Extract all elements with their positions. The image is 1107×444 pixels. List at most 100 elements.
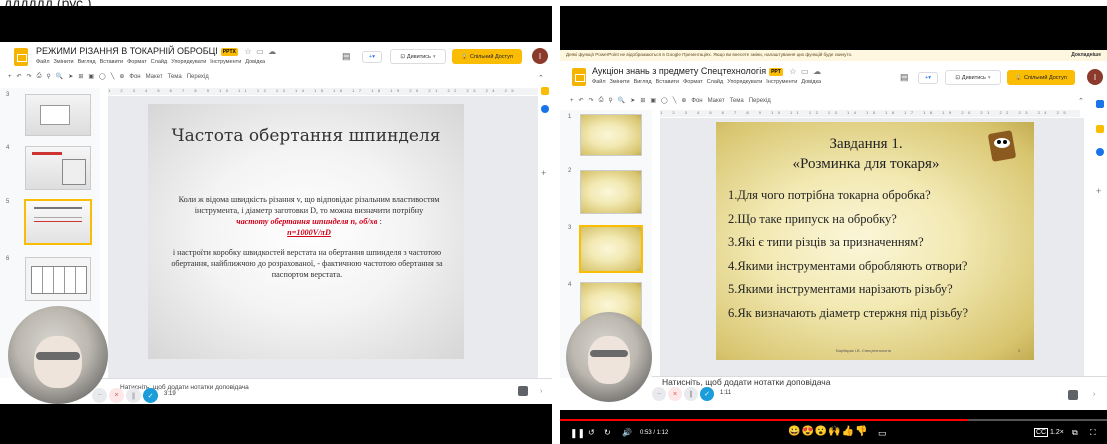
present-button[interactable]: ⊡ Дивитись ▾: [945, 70, 1001, 85]
background-button[interactable]: Фон: [129, 74, 140, 80]
redo-icon[interactable]: ↷: [589, 97, 594, 104]
keep-icon[interactable]: [1096, 125, 1104, 133]
menu-insert[interactable]: Вставити: [656, 79, 680, 85]
present-button[interactable]: ⊡ Дивитись ▾: [390, 49, 446, 64]
explore-icon[interactable]: [518, 386, 528, 396]
current-slide[interactable]: Завдання 1. «Розминка для токаря» 1.Для …: [716, 122, 1034, 360]
slide-thumbnail[interactable]: [25, 257, 91, 301]
add-addon-icon[interactable]: +: [541, 168, 546, 178]
doc-title-text[interactable]: Аукціон знань з предмету Спецтехнологія: [592, 66, 766, 76]
background-button[interactable]: Фон: [691, 98, 702, 104]
textbox-icon[interactable]: ⊞: [640, 97, 645, 104]
stop-icon[interactable]: ×: [109, 388, 124, 403]
slide-thumbnail[interactable]: [580, 114, 642, 156]
star-icon[interactable]: ☆: [244, 47, 251, 56]
menu-view[interactable]: Вигляд: [634, 79, 652, 85]
add-icon[interactable]: +: [8, 74, 12, 80]
tasks-icon[interactable]: [541, 105, 549, 113]
select-icon[interactable]: ➤: [68, 73, 73, 80]
doc-title-text[interactable]: РЕЖИМИ РІЗАННЯ В ТОКАРНІЙ ОБРОБЦІ: [36, 46, 218, 56]
zoom-icon[interactable]: 🔍: [56, 73, 63, 80]
folder-icon[interactable]: ▭: [801, 67, 809, 76]
share-button[interactable]: 🔒 Спільний Доступ: [452, 49, 522, 64]
add-icon[interactable]: +: [570, 98, 574, 104]
keep-icon[interactable]: [541, 87, 549, 95]
layout-button[interactable]: Макет: [146, 74, 163, 80]
menu-help[interactable]: Довідка: [245, 59, 265, 65]
print-icon[interactable]: ⎙: [599, 97, 604, 104]
menu-edit[interactable]: Змінити: [610, 79, 630, 85]
captions-icon[interactable]: CC: [1034, 428, 1049, 437]
paint-format-icon[interactable]: ⚲: [608, 97, 612, 104]
star-icon[interactable]: ☆: [789, 67, 796, 76]
menu-format[interactable]: Формат: [127, 59, 147, 65]
menu-slide[interactable]: Слайд: [707, 79, 724, 85]
menu-arrange[interactable]: Упорядкувати: [727, 79, 762, 85]
comments-icon[interactable]: ▤: [342, 51, 351, 62]
avatar[interactable]: I: [1087, 69, 1103, 85]
check-icon[interactable]: ✓: [700, 387, 714, 401]
menu-tools[interactable]: Інструменти: [210, 59, 241, 65]
menu-file[interactable]: Файл: [592, 79, 606, 85]
transition-button[interactable]: Перехід: [187, 74, 209, 80]
undo-icon[interactable]: ↶: [17, 73, 22, 80]
collapse-toolbar-icon[interactable]: ⌃: [538, 74, 544, 82]
doc-title[interactable]: Аукціон знань з предмету Спецтехнологія P…: [592, 66, 821, 76]
comments-icon[interactable]: ▤: [900, 72, 909, 83]
paint-format-icon[interactable]: ⚲: [46, 73, 50, 80]
theme-button[interactable]: Тема: [168, 74, 182, 80]
check-icon[interactable]: ✓: [143, 388, 158, 403]
explore-icon[interactable]: [1068, 390, 1078, 400]
volume-icon[interactable]: 🔊: [622, 428, 632, 437]
stop-icon[interactable]: ×: [668, 387, 682, 401]
fullscreen-icon[interactable]: ⛶: [1090, 428, 1096, 438]
menu-format[interactable]: Формат: [683, 79, 703, 85]
calendar-icon[interactable]: [1096, 100, 1104, 108]
transition-button[interactable]: Перехід: [749, 98, 771, 104]
menu-insert[interactable]: Вставити: [100, 59, 124, 65]
new-slide-button[interactable]: +▾: [918, 72, 938, 84]
miniplayer-icon[interactable]: ⧉: [1072, 428, 1078, 438]
slide-thumbnail[interactable]: [580, 170, 642, 214]
slide-thumbnail-selected[interactable]: [24, 199, 92, 245]
avatar[interactable]: I: [532, 48, 548, 64]
menu-file[interactable]: Файл: [36, 59, 50, 65]
shape-icon[interactable]: ◯: [661, 97, 668, 104]
forward-icon[interactable]: ↻: [604, 428, 611, 437]
menu-view[interactable]: Вигляд: [78, 59, 96, 65]
current-slide[interactable]: Частота обертання шпинделя Коли ж відома…: [148, 104, 464, 359]
select-icon[interactable]: ➤: [630, 97, 635, 104]
expand-panel-icon[interactable]: ›: [540, 388, 542, 395]
pause-icon[interactable]: ∥: [126, 388, 141, 403]
pause-icon[interactable]: ∥: [684, 387, 698, 401]
menu-slide[interactable]: Слайд: [151, 59, 168, 65]
line-icon[interactable]: ╲: [673, 97, 677, 104]
image-icon[interactable]: ▣: [650, 97, 656, 104]
image-icon[interactable]: ▣: [88, 73, 94, 80]
comment-add-icon[interactable]: ⊕: [681, 97, 686, 104]
menu-edit[interactable]: Змінити: [54, 59, 74, 65]
expand-panel-icon[interactable]: ›: [1093, 391, 1095, 398]
learn-more-link[interactable]: Докладніше: [1071, 52, 1101, 58]
textbox-icon[interactable]: ⊞: [78, 73, 83, 80]
zoom-icon[interactable]: 🔍: [618, 97, 625, 104]
minus-icon[interactable]: −: [652, 387, 666, 401]
pause-icon[interactable]: ❚❚: [570, 428, 585, 439]
speaker-notes[interactable]: Натисніть, щоб додати нотатки доповідача: [662, 377, 830, 387]
share-button[interactable]: 🔒 Спільний Доступ: [1007, 70, 1075, 85]
minus-icon[interactable]: −: [92, 388, 107, 403]
rewind-icon[interactable]: ↺: [588, 428, 595, 437]
doc-title[interactable]: РЕЖИМИ РІЗАННЯ В ТОКАРНІЙ ОБРОБЦІ PPTX ☆ …: [36, 46, 276, 56]
menu-arrange[interactable]: Упорядкувати: [171, 59, 206, 65]
slide-thumbnail[interactable]: [25, 94, 91, 136]
chat-icon[interactable]: ▭: [878, 428, 887, 439]
print-icon[interactable]: ⎙: [37, 73, 42, 80]
folder-icon[interactable]: ▭: [256, 47, 264, 56]
comment-add-icon[interactable]: ⊕: [119, 73, 124, 80]
slide-thumbnail[interactable]: [25, 146, 91, 190]
slides-logo-icon[interactable]: [572, 68, 586, 86]
theme-button[interactable]: Тема: [730, 98, 744, 104]
redo-icon[interactable]: ↷: [27, 73, 32, 80]
shape-icon[interactable]: ◯: [99, 73, 106, 80]
add-addon-icon[interactable]: +: [1096, 186, 1101, 196]
